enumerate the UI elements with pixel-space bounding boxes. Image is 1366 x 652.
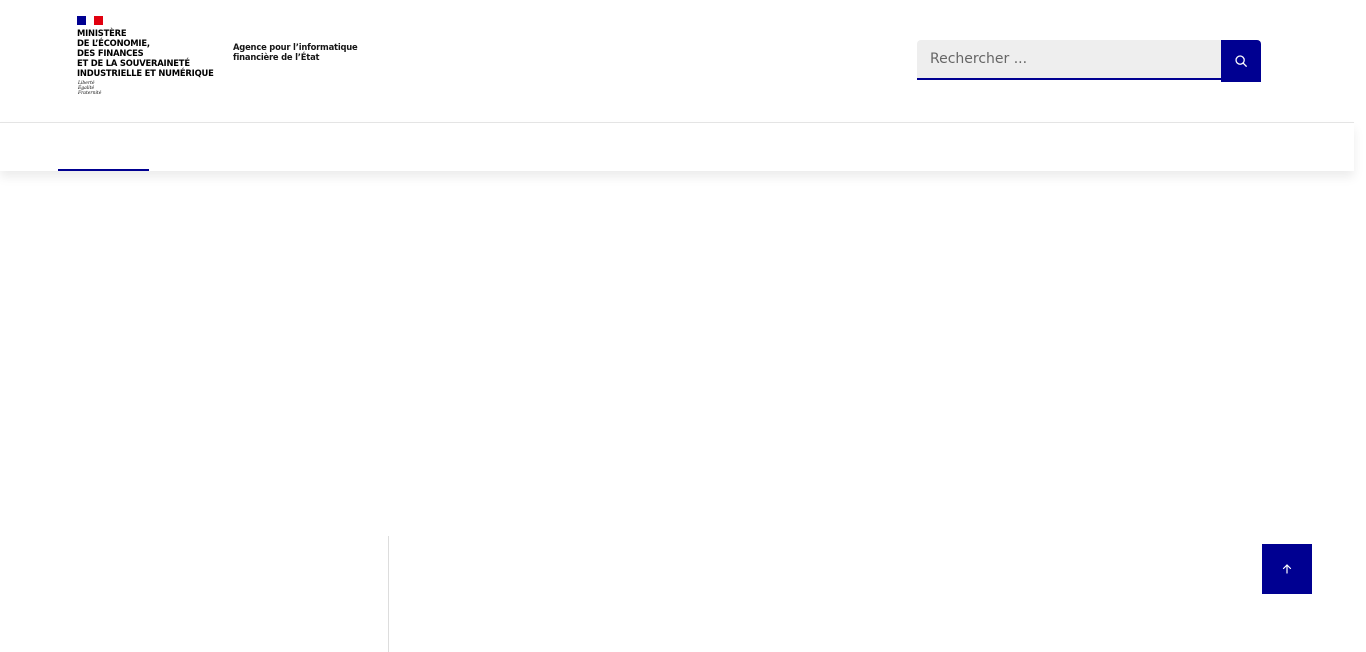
search-bar [917,40,1261,82]
main-navigation [0,123,1354,171]
republic-motto: Liberté Égalité Fraternité [78,81,102,97]
agency-name[interactable]: Agence pour l’informatique financière de… [233,42,358,62]
footer-divider [388,536,389,652]
french-flag-icon [77,16,104,25]
search-button[interactable] [1221,40,1261,82]
nav-active-indicator [58,169,149,171]
arrow-up-icon [1282,564,1292,574]
ministry-name: MINISTÈRE DE L’ÉCONOMIE, DES FINANCES ET… [77,28,214,78]
search-icon [1235,55,1247,67]
site-header: MINISTÈRE DE L’ÉCONOMIE, DES FINANCES ET… [0,0,1354,123]
back-to-top-button[interactable] [1262,544,1312,594]
search-input[interactable] [917,40,1221,80]
